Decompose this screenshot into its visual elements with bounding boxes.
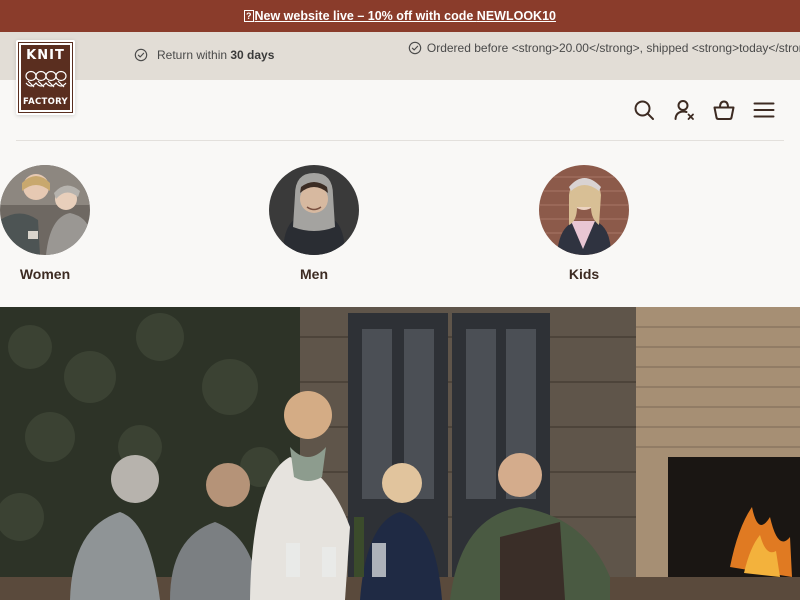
account-icon — [674, 100, 694, 120]
promo-glyph: ? — [244, 10, 254, 22]
category-men[interactable]: Men — [269, 165, 359, 282]
hero-image — [0, 307, 800, 600]
check-circle-icon — [134, 48, 148, 62]
kids-photo — [539, 165, 629, 255]
check-circle-icon — [408, 41, 422, 55]
yarn-icon — [24, 70, 67, 88]
search-icon — [634, 100, 654, 120]
account-button[interactable] — [672, 98, 696, 122]
search-button[interactable] — [632, 98, 656, 122]
menu-icon — [753, 102, 775, 118]
category-kids-label: Kids — [568, 266, 600, 282]
category-women-label: Women — [19, 266, 71, 282]
category-men-image — [269, 165, 359, 255]
women-photo — [0, 165, 90, 255]
site-logo[interactable]: KNIT FACTORY — [16, 40, 75, 115]
basket-icon — [713, 100, 735, 120]
usp-returns-text: Return within — [157, 48, 228, 62]
logo-word-bottom: FACTORY — [22, 96, 68, 107]
category-nav: Women Men Kids — [0, 140, 800, 307]
usp-shipping: Ordered before <strong>20.00</strong>, s… — [408, 40, 800, 56]
promo-link[interactable]: ? New website live – 10% off with code NE… — [244, 9, 556, 23]
usp-bar: Return within 30 days Ordered before <st… — [0, 32, 800, 80]
hero-photo — [0, 307, 800, 600]
menu-button[interactable] — [752, 98, 776, 122]
promo-text: New website live – 10% off with code — [254, 9, 477, 23]
logo-badge: KNIT FACTORY — [18, 42, 73, 113]
promo-bar: ? New website live – 10% off with code NE… — [0, 0, 800, 32]
category-women-image — [0, 165, 90, 255]
promo-code: NEWLOOK10 — [476, 9, 556, 23]
usp-returns-strong: 30 days — [230, 48, 275, 62]
logo-word-top: KNIT — [26, 48, 65, 63]
category-men-label: Men — [300, 266, 328, 282]
men-photo — [269, 165, 359, 255]
category-kids[interactable]: Kids — [539, 165, 629, 282]
category-kids-image — [539, 165, 629, 255]
usp-returns: Return within 30 days — [134, 48, 274, 62]
category-women[interactable]: Women — [0, 165, 90, 282]
basket-button[interactable] — [712, 98, 736, 122]
usp-shipping-text: Ordered before <strong>20.00</strong>, s… — [426, 41, 800, 55]
